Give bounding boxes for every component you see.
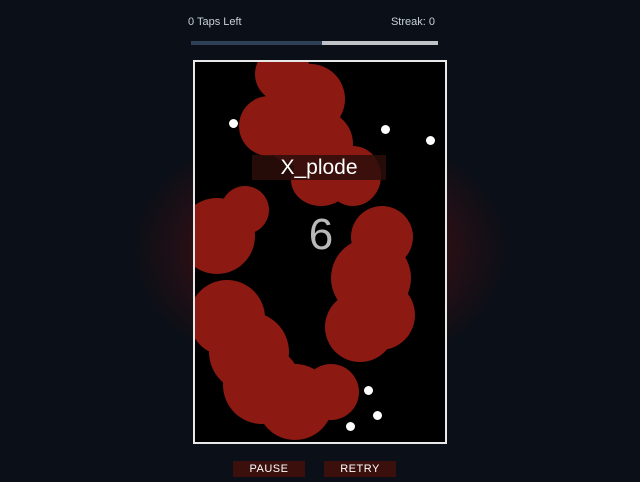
target-dot[interactable] <box>229 119 238 128</box>
target-dot[interactable] <box>346 422 355 431</box>
hud-top-bar: 0 Taps Left Streak: 0 <box>188 14 438 54</box>
explosion-blob <box>325 292 395 362</box>
pause-button[interactable]: PAUSE <box>233 461 305 477</box>
streak-label: Streak: 0 <box>390 16 435 28</box>
taps-left-label: 0 Taps Left <box>188 16 242 28</box>
progress-bar <box>191 41 438 45</box>
level-counter: 6 <box>308 210 334 259</box>
target-dot[interactable] <box>381 125 390 134</box>
target-dot[interactable] <box>364 386 373 395</box>
game-title: X_plode <box>252 155 386 180</box>
explosion-blob <box>221 186 269 234</box>
target-dot[interactable] <box>373 411 382 420</box>
target-dot[interactable] <box>426 136 435 145</box>
retry-button[interactable]: RETRY <box>324 461 396 477</box>
progress-fill <box>191 41 322 45</box>
explosion-blob <box>303 364 359 420</box>
